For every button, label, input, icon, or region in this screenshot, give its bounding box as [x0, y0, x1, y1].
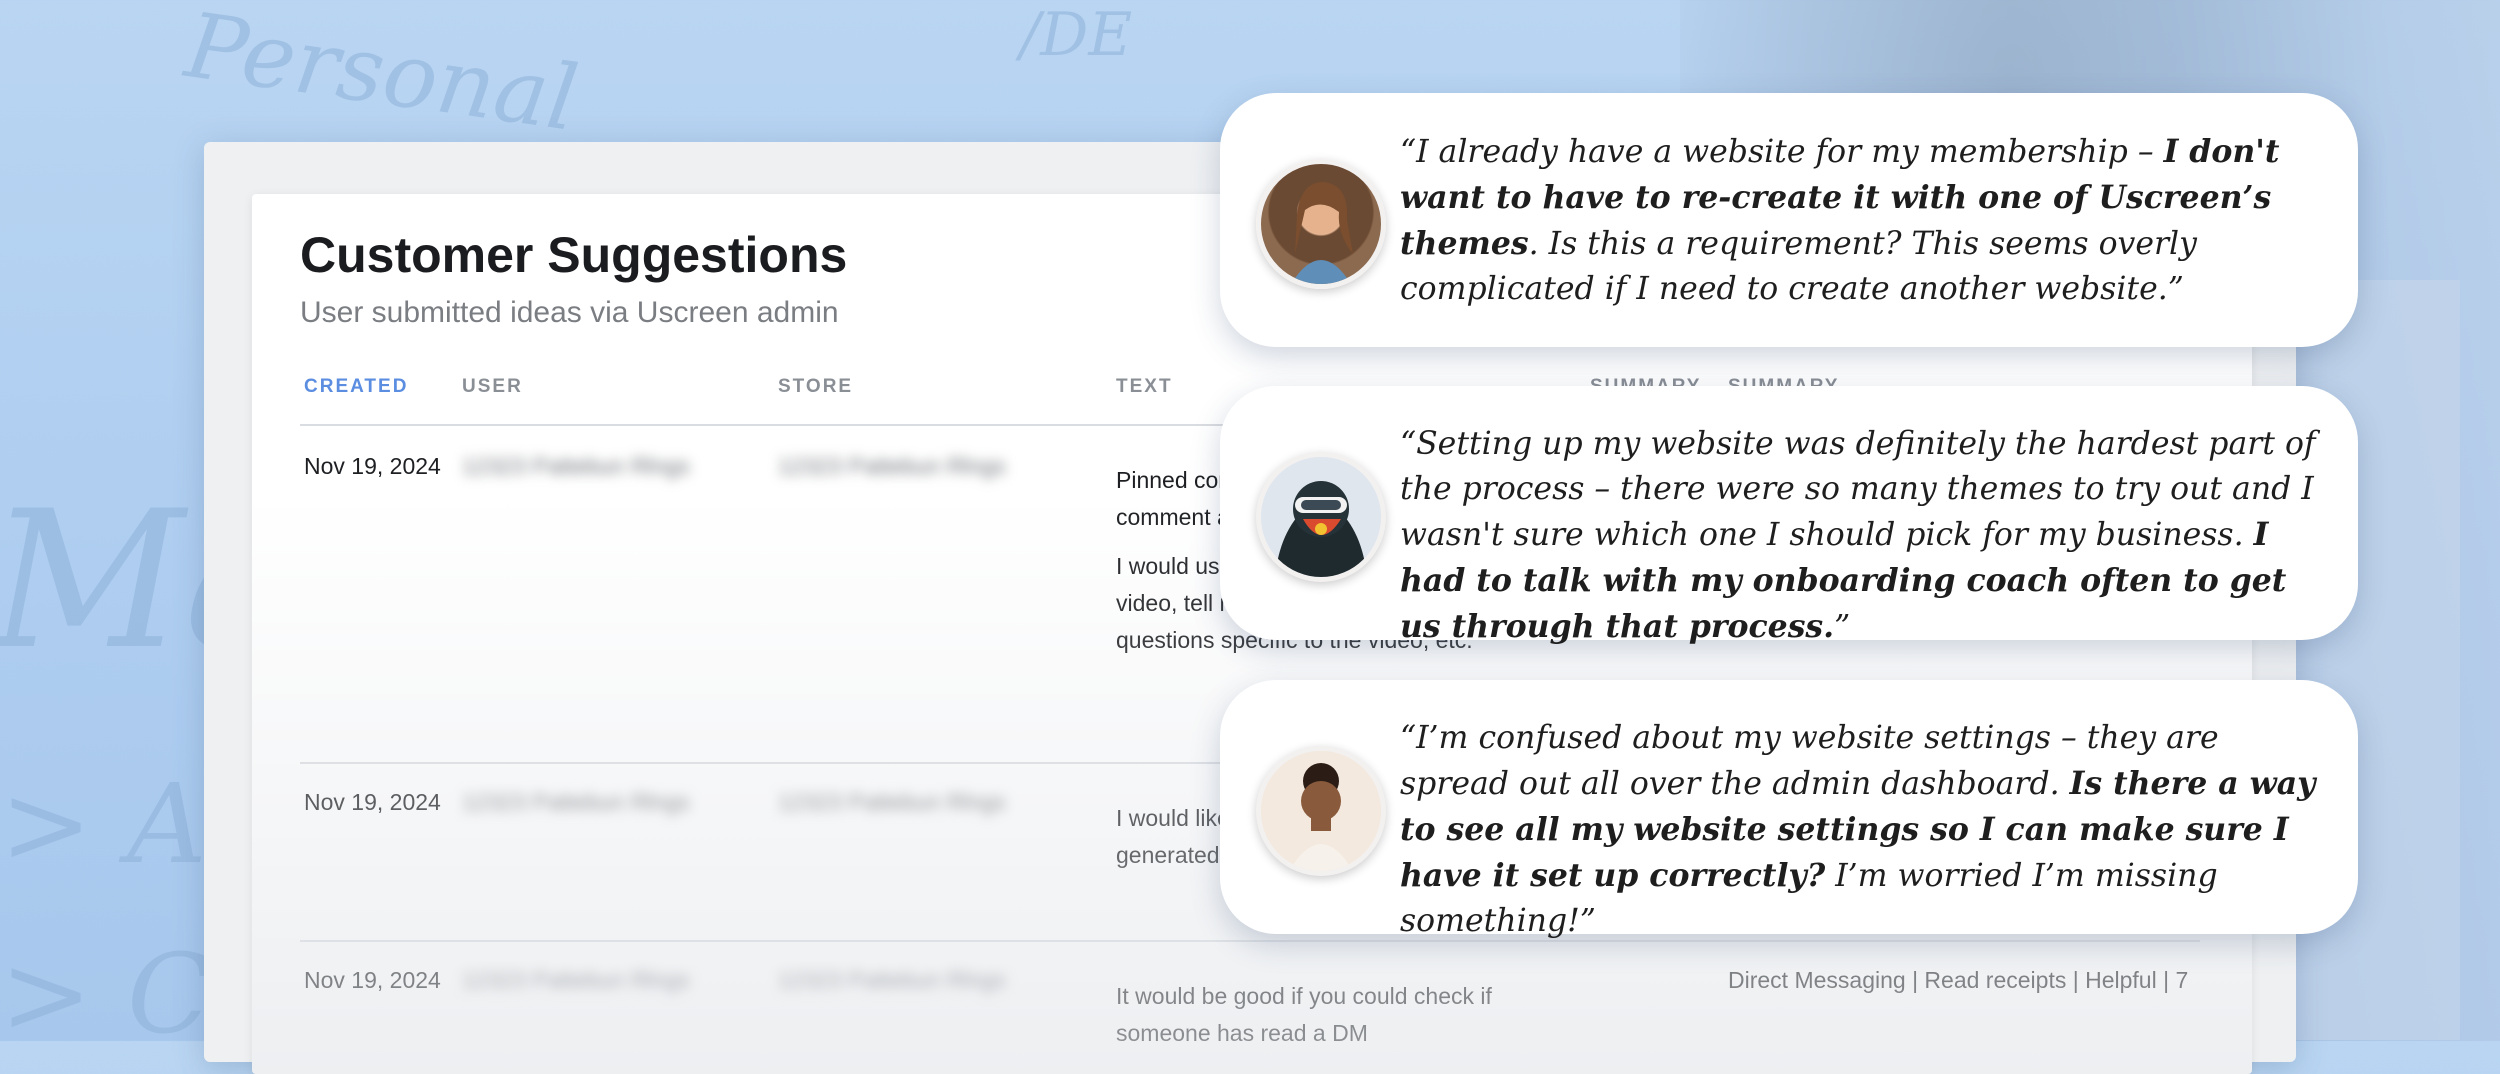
page-subtitle: User submitted ideas via Uscreen admin — [300, 296, 839, 329]
created-cell: Nov 19, 2024 — [304, 453, 441, 479]
avatar — [1256, 746, 1386, 876]
user-cell: 12323 Pattebun Rlngs — [462, 789, 690, 815]
avatar — [1256, 159, 1386, 289]
testimonial-card: “I already have a website for my members… — [1220, 93, 2358, 347]
avatar — [1256, 452, 1386, 582]
testimonial-quote: “I’m confused about my website settings … — [1400, 720, 2316, 939]
testimonial-quote: “I already have a website for my members… — [1400, 133, 2280, 307]
user-cell: 12323 Pattebun Rlngs — [462, 453, 690, 479]
store-cell: 12323 Pattebun Rlngs — [778, 789, 1006, 815]
column-header-created[interactable]: CREATED — [304, 376, 408, 398]
user-cell: 12323 Pattebun Rlngs — [462, 967, 690, 993]
avatar-portrait-icon — [1261, 751, 1381, 871]
bg-scribble-arrow-c: > C — [0, 930, 212, 1058]
store-cell: 12323 Pattebun Rlngs — [778, 967, 1006, 993]
created-cell: Nov 19, 2024 — [304, 967, 441, 993]
bg-scribble-de: /DE — [1020, 0, 1133, 70]
page-title: Customer Suggestions — [300, 227, 848, 283]
column-header-text[interactable]: TEXT — [1116, 376, 1173, 398]
store-cell: 12323 Pattebun Rlngs — [778, 453, 1006, 479]
testimonial-quote: “Setting up my website was definitely th… — [1400, 426, 2316, 645]
created-cell: Nov 19, 2024 — [304, 789, 441, 815]
column-header-store[interactable]: STORE — [778, 376, 853, 398]
avatar-skier-icon — [1261, 457, 1381, 577]
text-cell: It would be good if you could check if s… — [1116, 978, 1556, 1064]
testimonial-card: “I’m confused about my website settings … — [1220, 680, 2358, 939]
bg-scribble-arrow-a: > A — [0, 760, 207, 888]
avatar-portrait-icon — [1291, 182, 1353, 284]
summary-cell: Direct Messaging | Read receipts | Helpf… — [1728, 967, 2189, 993]
table-row[interactable]: Nov 19, 2024 12323 Pattebun Rlngs 12323 … — [300, 942, 2200, 1074]
testimonial-card: “Setting up my website was definitely th… — [1220, 386, 2358, 645]
column-header-user[interactable]: USER — [462, 376, 523, 398]
bg-scribble-personal: Personal — [179, 0, 584, 152]
